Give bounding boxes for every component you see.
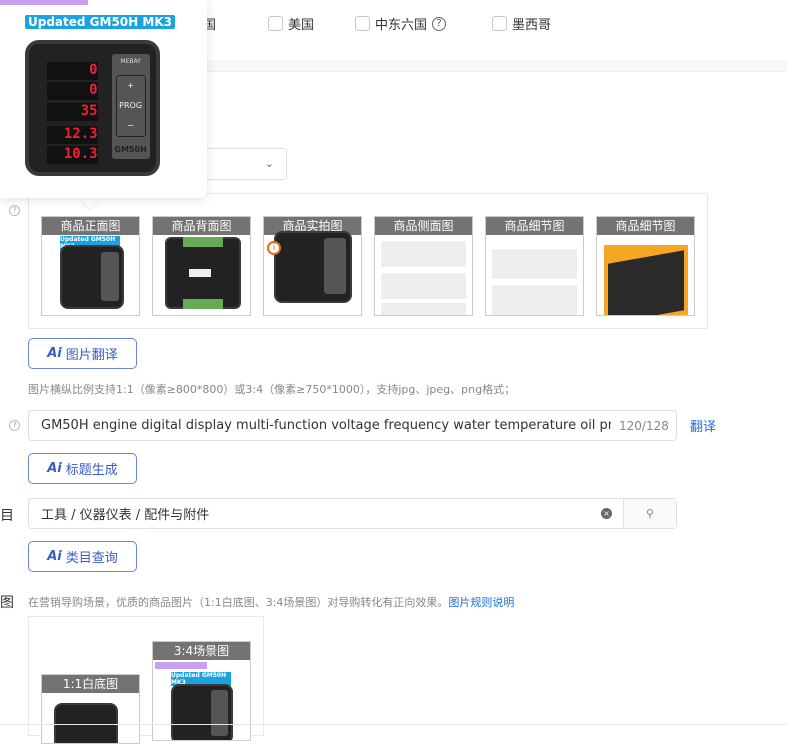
chevron-down-icon: ⌄ — [264, 157, 274, 170]
image-rules-link[interactable]: 图片规则说明 — [448, 596, 514, 609]
checkbox-label: 中东六国 — [375, 18, 428, 33]
checkbox-usa[interactable]: 美国 — [268, 14, 314, 33]
ai-icon: Ai — [47, 549, 62, 564]
divider — [0, 724, 787, 725]
char-count: 120/128 — [619, 418, 669, 433]
category-query-button[interactable]: Ai 类目查询 — [28, 541, 137, 572]
device-image — [274, 231, 352, 303]
title-input[interactable]: GM50H engine digital display multi-funct… — [28, 410, 677, 441]
info-icon: i — [267, 241, 281, 255]
checkbox-label: 墨西哥 — [512, 18, 552, 33]
thumb-label: 3:4场景图 — [153, 642, 250, 660]
checkbox-middle-east[interactable]: 中东六国? — [355, 14, 447, 33]
checkbox[interactable] — [492, 16, 507, 31]
category-input[interactable]: 工具 / 仪器仪表 / 配件与附件 × ⚲ — [28, 498, 677, 529]
thumb-label: 商品侧面图 — [375, 217, 472, 235]
marketing-hint: 在营销导购场景，优质的商品图片（1:1白底图、3:4场景图）对导购转化有正向效果… — [28, 596, 449, 609]
button-label: 类目查询 — [65, 551, 118, 566]
thumb-label: 商品细节图 — [597, 217, 694, 235]
button-label: 图片翻译 — [65, 348, 118, 363]
image-translate-button[interactable]: Ai 图片翻译 — [28, 338, 137, 369]
thumb-scene[interactable]: 3:4场景图 Updated GM50H MK3 — [152, 641, 251, 741]
checkbox[interactable] — [355, 16, 370, 31]
device-back-image — [165, 237, 241, 309]
help-icon[interactable]: ? — [9, 420, 20, 431]
image-preview-popover: Updated GM50H MK3 0 0 35 12.3 10.3 MEBAY… — [0, 0, 207, 198]
translate-link[interactable]: 翻译 — [690, 416, 716, 435]
thumb-white-bg[interactable]: 1:1白底图 — [41, 674, 140, 744]
category-label: 目 — [0, 508, 14, 524]
help-icon[interactable]: ? — [9, 205, 20, 216]
thumb-label: 商品细节图 — [486, 217, 583, 235]
marketing-image-label: 图 — [0, 595, 14, 611]
ai-icon: Ai — [47, 346, 62, 361]
thumb-label: 商品正面图 — [42, 217, 139, 235]
marketing-image-box: 1:1白底图 3:4场景图 Updated GM50H MK3 — [28, 616, 264, 744]
section-divider — [207, 60, 787, 72]
generate-title-button[interactable]: Ai 标题生成 — [28, 453, 137, 484]
button-label: 标题生成 — [65, 463, 118, 478]
thumb-detail-2[interactable]: 商品细节图 — [596, 216, 695, 316]
thumb-side[interactable]: 商品侧面图 — [374, 216, 473, 316]
clear-icon[interactable]: × — [601, 508, 612, 519]
banner-text: Updated GM50H MK3 — [25, 15, 175, 29]
search-icon: ⚲ — [645, 507, 655, 520]
checkbox-mexico[interactable]: 墨西哥 — [492, 14, 551, 33]
search-button[interactable]: ⚲ — [623, 499, 676, 528]
product-image-gallery: 商品正面图 Updated GM50H MK3 商品背面图 商品实拍图 i 商品… — [28, 193, 708, 329]
help-icon[interactable]: ? — [432, 16, 447, 31]
ai-icon: Ai — [47, 461, 62, 476]
title-value: GM50H engine digital display multi-funct… — [41, 418, 611, 433]
thumb-detail-1[interactable]: 商品细节图 — [485, 216, 584, 316]
category-value: 工具 / 仪器仪表 / 配件与附件 — [41, 508, 210, 523]
thumb-front[interactable]: 商品正面图 Updated GM50H MK3 — [41, 216, 140, 316]
device-image: 0 0 35 12.3 10.3 MEBAY + PROG − GM50H — [25, 40, 160, 176]
thumb-photo[interactable]: 商品实拍图 i — [263, 216, 362, 316]
thumb-back[interactable]: 商品背面图 — [152, 216, 251, 316]
checkbox[interactable] — [268, 16, 283, 31]
image-requirements-hint: 图片横纵比例支持1:1（像素≥800*800）或3:4（像素≥750*1000）… — [28, 383, 516, 396]
thumb-label: 1:1白底图 — [42, 675, 139, 693]
device-image — [60, 245, 124, 309]
thumb-label: 商品背面图 — [153, 217, 250, 235]
checkbox-label: 美国 — [288, 18, 315, 33]
